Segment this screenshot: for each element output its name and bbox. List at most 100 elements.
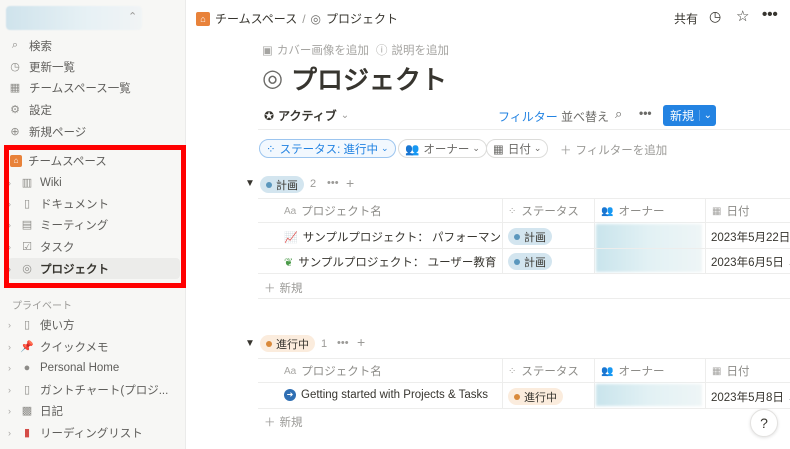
owner-filter-chip[interactable]: 👥 オーナー ⌄ — [398, 139, 487, 158]
column-header-status[interactable]: ⁘ ステータス — [508, 203, 579, 219]
status-dot — [514, 258, 520, 265]
status-icon: ⁘ — [508, 205, 517, 217]
divider — [258, 248, 790, 249]
column-divider — [502, 358, 503, 408]
sidebar-item-label: リーディングリスト — [40, 427, 143, 440]
sidebar-item-howto[interactable]: › ▯ 使い方 — [8, 314, 180, 335]
search-icon[interactable]: ⌕ — [615, 106, 622, 122]
column-header-name[interactable]: Aa プロジェクト名 — [284, 363, 382, 379]
plus-icon: ＋ — [264, 283, 276, 295]
add-cover-button[interactable]: ▣ カバー画像を追加 — [262, 42, 369, 58]
divider — [258, 298, 790, 299]
breadcrumb-separator: / — [302, 11, 306, 26]
column-header-owner[interactable]: 👥 オーナー — [601, 363, 664, 379]
view-tab-active[interactable]: ✪ アクティブ ⌄ — [264, 107, 349, 124]
search-icon: ⌕ — [11, 39, 19, 51]
breadcrumb-teamspace[interactable]: チームスペース — [215, 10, 297, 27]
sidebar-item-new-page[interactable]: ⊕ 新規ページ — [8, 121, 180, 142]
chevron-right-icon[interactable]: › — [8, 385, 18, 395]
sidebar-item-label: チームスペース一覧 — [29, 82, 131, 95]
star-icon[interactable]: ☆ — [736, 7, 749, 25]
sidebar-item-updates[interactable]: ◷ 更新一覧 — [8, 56, 180, 77]
plant-icon: ❦ — [284, 256, 294, 269]
more-icon[interactable]: ••• — [327, 177, 339, 189]
column-header-date[interactable]: ▦ 日付 — [712, 363, 749, 379]
table-row[interactable]: ➜ Getting started with Projects & Tasks — [284, 389, 500, 401]
breadcrumb-project[interactable]: プロジェクト — [326, 10, 398, 27]
status-filter-chip[interactable]: ⁘ ステータス: 進行中 ⌄ — [259, 139, 396, 158]
share-button[interactable]: 共有 — [674, 10, 698, 27]
new-button[interactable]: 新規 ⌄ — [663, 105, 716, 126]
column-divider — [705, 198, 706, 274]
column-header-owner[interactable]: 👥 オーナー — [601, 203, 664, 219]
chevron-updown-icon[interactable]: ⌃ — [128, 10, 137, 23]
sort-button[interactable]: 並べ替え — [561, 108, 609, 125]
status-dot — [266, 340, 272, 347]
sidebar-item-teamspaces[interactable]: ▦ チームスペース一覧 — [8, 77, 180, 98]
column-header-label: プロジェクト名 — [301, 366, 382, 378]
column-header-label: 日付 — [726, 206, 750, 218]
plus-icon[interactable]: + — [357, 334, 365, 350]
divider — [258, 129, 790, 130]
target-icon: ◎ — [262, 65, 283, 92]
building-icon: ▦ — [9, 82, 21, 94]
plus-icon: ＋ — [560, 145, 572, 157]
column-header-label: オーナー — [618, 206, 665, 218]
clock-icon[interactable]: ◷ — [709, 8, 721, 25]
chevron-down-icon[interactable]: ⌄ — [698, 110, 712, 121]
sidebar-item-personal-home[interactable]: › ● Personal Home — [8, 357, 180, 378]
chevron-right-icon[interactable]: › — [8, 320, 18, 330]
table-row[interactable]: 📈 サンプルプロジェクト： パフォーマンス — [284, 229, 500, 245]
sidebar-item-search[interactable]: ⌕ 検索 — [8, 35, 180, 56]
sidebar-item-settings[interactable]: ⚙ 設定 — [8, 99, 180, 120]
chevron-right-icon[interactable]: › — [8, 363, 18, 373]
date-cell[interactable]: 2023年5月22日 — [711, 229, 790, 245]
more-icon[interactable]: ••• — [337, 337, 349, 349]
chevron-right-icon[interactable]: › — [8, 406, 18, 416]
plus-icon: ＋ — [264, 417, 276, 429]
divider — [258, 273, 790, 274]
filter-button[interactable]: フィルター — [498, 108, 558, 125]
chevron-right-icon[interactable]: › — [8, 342, 18, 352]
group-toggle-icon[interactable]: ▼ — [245, 178, 255, 189]
add-row-button[interactable]: ＋ 新規 — [264, 414, 303, 430]
column-header-name[interactable]: Aa プロジェクト名 — [284, 203, 382, 219]
target-icon: ◎ — [310, 11, 322, 26]
gear-icon: ⚙ — [10, 104, 20, 116]
calendar-icon: ▦ — [712, 365, 722, 377]
owner-cell-blurred[interactable] — [596, 384, 702, 406]
sidebar-item-reading-list[interactable]: › ▮ リーディングリスト — [8, 422, 180, 443]
view-tab-label: アクティブ — [278, 109, 337, 123]
add-filter-button[interactable]: ＋ フィルターを追加 — [560, 142, 667, 158]
sidebar-item-label: 使い方 — [40, 319, 75, 332]
sidebar-item-label: 新規ページ — [29, 126, 87, 139]
page-title[interactable]: プロジェクト — [291, 60, 447, 97]
person-icon: ● — [23, 361, 31, 374]
sidebar-item-quick-memo[interactable]: › 📌 クイックメモ — [8, 336, 180, 357]
more-icon[interactable]: ••• — [762, 6, 778, 23]
sidebar-item-label: ガントチャート(プロジ... — [40, 384, 169, 397]
chevron-right-icon[interactable]: › — [8, 428, 18, 438]
chart-icon: 📈 — [284, 231, 298, 244]
project-name: サンプルプロジェクト： パフォーマンス — [302, 232, 500, 244]
add-description-button[interactable]: ⓘ 説明を追加 — [376, 42, 449, 58]
table-row[interactable]: ❦ サンプルプロジェクト： ユーザー教育 — [284, 254, 500, 270]
column-header-status[interactable]: ⁘ ステータス — [508, 363, 579, 379]
date-filter-chip[interactable]: ▦ 日付 ⌄ — [486, 139, 549, 158]
column-header-label: ステータス — [521, 206, 579, 218]
date-filter-label: 日付 — [507, 143, 531, 156]
status-badge: 計画 — [508, 228, 552, 245]
group-toggle-icon[interactable]: ▼ — [245, 338, 255, 349]
add-description-label: 説明を追加 — [391, 45, 450, 57]
plus-icon[interactable]: + — [346, 175, 354, 191]
date-cell[interactable]: 2023年6月5日 → — [711, 254, 790, 270]
help-button[interactable]: ? — [750, 409, 778, 437]
sidebar-item-gantt[interactable]: › ▯ ガントチャート(プロジ... — [8, 379, 180, 400]
more-icon[interactable]: ••• — [639, 106, 652, 120]
workspace-switcher[interactable] — [6, 6, 142, 30]
date-cell[interactable]: 2023年5月8日 → — [711, 389, 790, 405]
add-row-button[interactable]: ＋ 新規 — [264, 280, 303, 296]
column-header-date[interactable]: ▦ 日付 — [712, 203, 749, 219]
status-label: 計画 — [524, 231, 546, 244]
sidebar-item-diary[interactable]: › ▩ 日記 — [8, 400, 180, 421]
